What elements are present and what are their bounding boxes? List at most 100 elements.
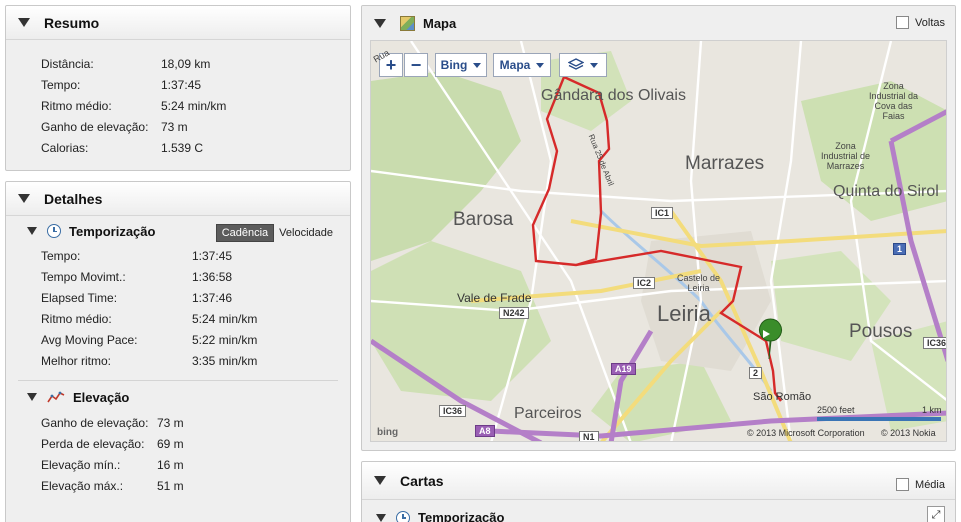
row-value: 73 m	[161, 120, 188, 134]
collapse-triangle-icon[interactable]	[374, 18, 386, 28]
row-label: Ritmo médio:	[41, 99, 112, 113]
map-layers-dropdown[interactable]	[559, 53, 607, 77]
scale-feet-label: 2500 feet	[817, 405, 855, 415]
row-value: 3:35 min/km	[192, 354, 258, 368]
map-type-label: Mapa	[499, 58, 531, 72]
average-label: Média	[915, 478, 945, 491]
summary-rows: Distância: 18,09 km Tempo: 1:37:45 Ritmo m…	[6, 40, 350, 159]
timing-title: Temporização	[69, 223, 156, 239]
row-label: Ganho de elevação:	[41, 416, 149, 430]
road-shield-ic36: IC36	[439, 405, 467, 417]
expand-icon[interactable]: ⤢	[927, 506, 945, 522]
row-label: Tempo Movimt.:	[41, 270, 126, 284]
collapse-triangle-icon[interactable]	[374, 476, 386, 485]
row-value: 1:36:58	[192, 270, 233, 284]
row-value: 69 m	[157, 437, 184, 451]
timing-section: Temporização Cadência Velocidade Tempo: 1…	[12, 216, 344, 381]
timing-row: Tempo: 1:37:45	[41, 246, 344, 267]
map-provider-label: Bing	[440, 58, 468, 72]
road-shield-2: 2	[749, 367, 763, 379]
charts-title: Cartas	[400, 472, 444, 489]
summary-header[interactable]: Resumo	[6, 6, 350, 40]
elevation-section: Elevação Ganho de elevação: 73 m Perda de…	[12, 381, 344, 497]
map-label-gandara: Gândara dos Olivais	[541, 87, 686, 104]
row-value: 1:37:45	[192, 249, 233, 263]
average-checkbox-group[interactable]: Média	[896, 478, 945, 491]
row-value: 5:24 min/km	[161, 99, 227, 113]
laps-checkbox[interactable]	[896, 16, 910, 29]
map-header[interactable]: Mapa	[362, 6, 955, 40]
elevation-row: Elevação máx.: 51 m	[41, 476, 344, 497]
collapse-triangle-icon[interactable]	[18, 194, 30, 203]
map-provider-dropdown[interactable]: Bing	[435, 53, 487, 77]
row-value: 1.539 C	[161, 141, 204, 155]
map-label-quinta: Quinta do Sirol	[833, 183, 939, 200]
map-label-parceiros: Parceiros	[514, 405, 582, 422]
row-label: Calorias:	[41, 141, 89, 155]
row-label: Tempo:	[41, 78, 81, 92]
row-label: Perda de elevação:	[41, 437, 145, 451]
row-label: Elevação máx.:	[41, 479, 124, 493]
summary-row: Tempo: 1:37:45	[41, 75, 350, 96]
road-shield-ic1: IC1	[651, 207, 674, 219]
bing-logo: bing	[377, 427, 399, 438]
average-checkbox[interactable]	[896, 478, 910, 491]
layers-icon	[568, 58, 584, 70]
speed-tab[interactable]: Velocidade	[274, 225, 338, 241]
chevron-down-icon	[536, 62, 545, 68]
cadence-speed-toggle: Cadência Velocidade	[215, 224, 338, 242]
road-shield-1: 1	[893, 243, 907, 255]
elevation-row: Elevação mín.: 16 m	[41, 455, 344, 476]
details-header[interactable]: Detalhes	[6, 182, 350, 216]
summary-title: Resumo	[44, 14, 100, 31]
summary-row: Distância: 18,09 km	[41, 54, 350, 75]
row-value: 51 m	[157, 479, 184, 493]
summary-row: Ganho de elevação: 73 m	[41, 117, 350, 138]
map-label-castelo: Castelo de Leiria	[677, 273, 721, 293]
map-label-barosa: Barosa	[453, 209, 514, 230]
scale-bar-km	[871, 417, 941, 421]
map-label-zona-cova: Zona Industrial da Cova das Faias	[869, 81, 919, 121]
map-label-zona-marrazes: Zona Industrial de Marrazes	[821, 141, 871, 171]
map-icon	[400, 15, 415, 31]
charts-header[interactable]: Cartas	[362, 462, 955, 500]
timing-row: Avg Moving Pace: 5:22 min/km	[41, 330, 344, 351]
row-value: 18,09 km	[161, 57, 211, 71]
road-shield-ic36-east: IC36	[923, 337, 946, 349]
elevation-row: Ganho de elevação: 73 m	[41, 413, 344, 434]
map-panel: Mapa Voltas + − Bing Mapa Gândara dos Ol…	[361, 5, 956, 451]
road-shield-n242: N242	[499, 307, 529, 319]
row-label: Melhor ritmo:	[41, 354, 112, 368]
road-shield-n1: N1	[579, 431, 599, 441]
laps-checkbox-group[interactable]: Voltas	[896, 16, 945, 29]
row-label: Elevação mín.:	[41, 458, 121, 472]
elevation-header[interactable]: Elevação	[12, 381, 344, 413]
timing-row: Tempo Movimt.: 1:36:58	[41, 267, 344, 288]
row-value: 16 m	[157, 458, 184, 472]
map-label-vale-frade: Vale de Frade	[457, 291, 532, 305]
collapse-triangle-icon[interactable]	[27, 227, 37, 235]
collapse-triangle-icon[interactable]	[376, 513, 386, 522]
elevation-row: Perda de elevação: 69 m	[41, 434, 344, 455]
scale-km-label: 1 km	[922, 405, 942, 415]
chevron-down-icon	[590, 62, 598, 68]
copyright-microsoft: © 2013 Microsoft Corporation	[747, 428, 865, 438]
clock-icon	[396, 510, 410, 522]
charts-timing-header[interactable]: Temporização	[376, 510, 504, 522]
summary-row: Ritmo médio: 5:24 min/km	[41, 96, 350, 117]
row-value: 73 m	[157, 416, 184, 430]
map-type-dropdown[interactable]: Mapa	[493, 53, 551, 77]
copyright-nokia: © 2013 Nokia	[881, 428, 936, 438]
timing-header[interactable]: Temporização Cadência Velocidade	[12, 216, 344, 246]
summary-panel: Resumo Distância: 18,09 km Tempo: 1:37:45 …	[5, 5, 351, 171]
collapse-triangle-icon[interactable]	[18, 18, 30, 27]
clock-icon	[47, 224, 61, 238]
timing-rows: Tempo: 1:37:45 Tempo Movimt.: 1:36:58 Elap…	[12, 246, 344, 372]
collapse-triangle-icon[interactable]	[27, 393, 37, 401]
cadence-tab[interactable]: Cadência	[215, 224, 275, 242]
map-canvas[interactable]: + − Bing Mapa Gândara dos Olivais Marraz…	[370, 40, 947, 442]
zoom-out-button[interactable]: −	[404, 53, 428, 77]
row-label: Ritmo médio:	[41, 312, 112, 326]
map-label-pousos: Pousos	[849, 321, 913, 342]
road-shield-a19: A19	[611, 363, 636, 375]
